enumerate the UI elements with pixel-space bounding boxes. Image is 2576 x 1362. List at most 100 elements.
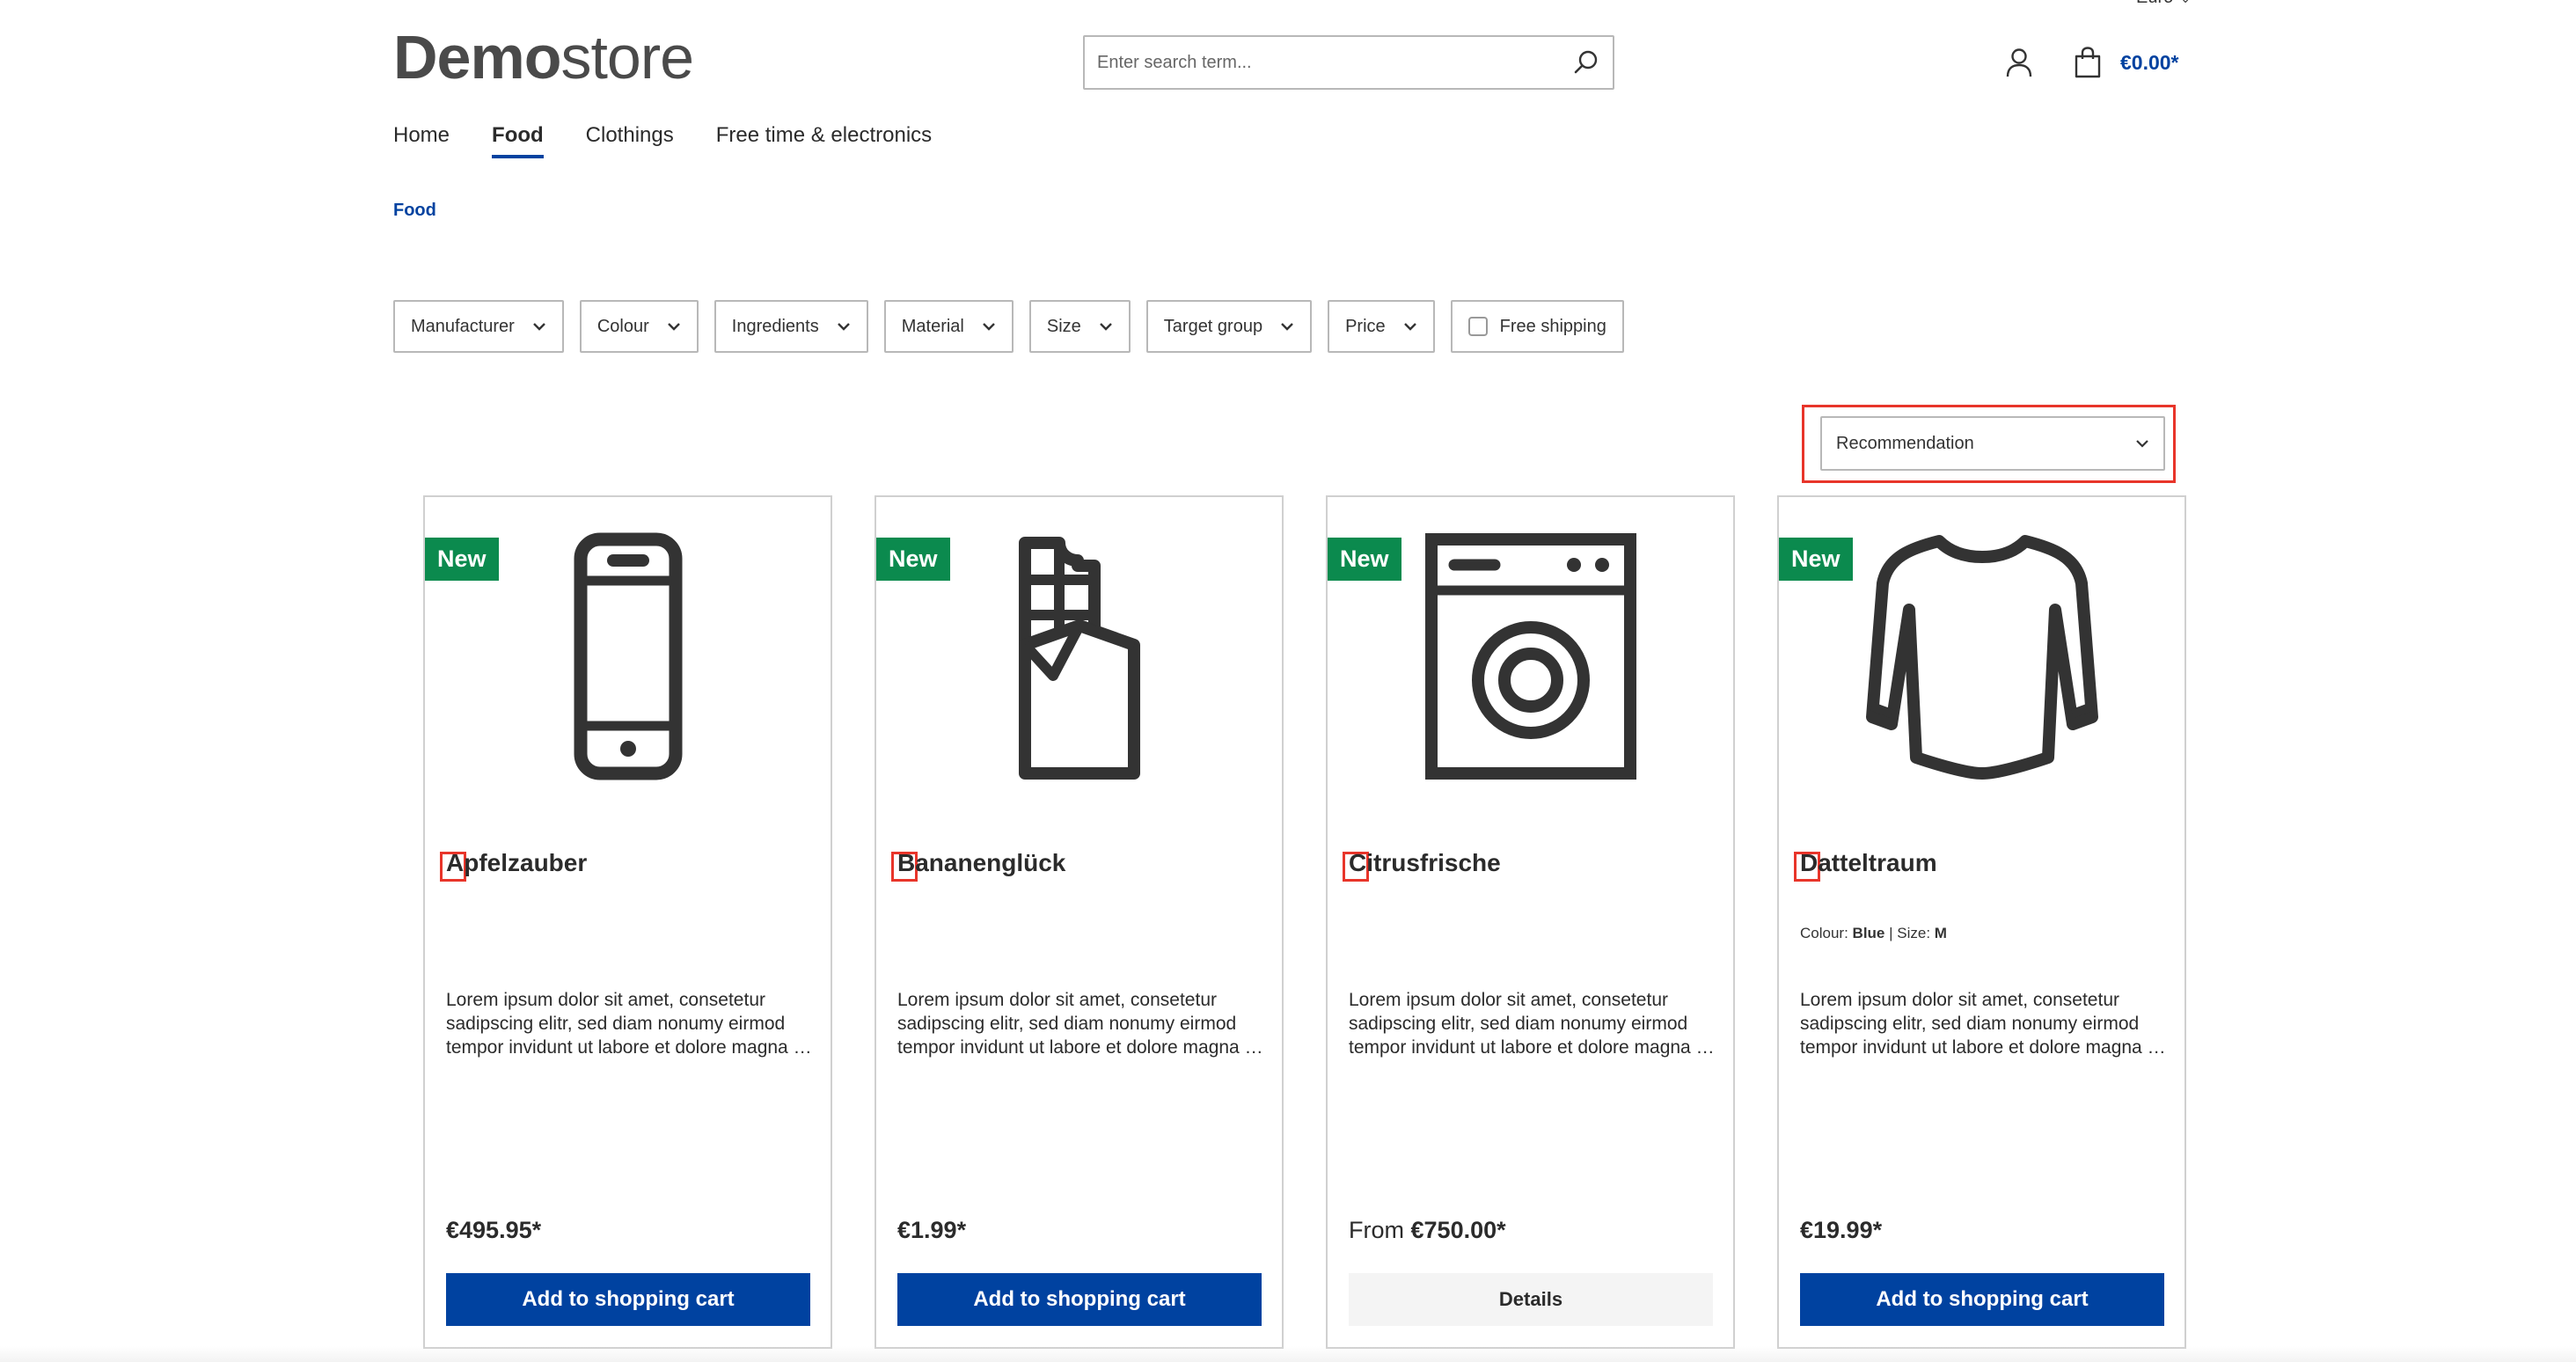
nav-item-food[interactable]: Food bbox=[492, 123, 544, 158]
product-description: Lorem ipsum dolor sit amet, consetetur s… bbox=[897, 988, 1263, 1059]
product-name[interactable]: Bananenglück bbox=[897, 849, 1065, 877]
product-description: Lorem ipsum dolor sit amet, consetetur s… bbox=[1800, 988, 2166, 1059]
smartphone-icon bbox=[574, 532, 682, 780]
filter-label: Price bbox=[1345, 316, 1386, 336]
add-to-cart-button[interactable]: Add to shopping cart bbox=[1800, 1273, 2164, 1326]
filter-size[interactable]: Size bbox=[1028, 300, 1131, 353]
filter-label: Free shipping bbox=[1499, 316, 1606, 336]
price-value: €495.95* bbox=[446, 1217, 542, 1243]
description-line: Lorem ipsum dolor sit amet, consetetur bbox=[446, 990, 765, 1010]
filter-label: Colour bbox=[596, 316, 649, 336]
store-logo[interactable]: Demostore bbox=[393, 26, 694, 88]
add-to-cart-button[interactable]: Add to shopping cart bbox=[897, 1273, 1262, 1326]
free-shipping-checkbox[interactable] bbox=[1467, 317, 1488, 336]
price-value: €1.99* bbox=[897, 1217, 967, 1243]
account-button[interactable] bbox=[1997, 40, 2041, 84]
nav-item-clothings[interactable]: Clothings bbox=[586, 123, 674, 158]
chevron-down-icon bbox=[2136, 440, 2148, 448]
filter-ingredients[interactable]: Ingredients bbox=[714, 300, 868, 353]
description-line: tempor invidunt ut labore et dolore magn… bbox=[446, 1037, 812, 1058]
product-card: New Bananenglück Lorem ipsum dolor sit a… bbox=[875, 495, 1284, 1349]
new-badge: New bbox=[1779, 538, 1853, 581]
chevron-down-icon bbox=[532, 322, 546, 331]
product-variant-info: Colour: Blue | Size: M bbox=[1800, 925, 1947, 942]
product-card: New Datteltraum Colour: Blue | Size: M L… bbox=[1777, 495, 2186, 1349]
product-price: €1.99* bbox=[897, 1217, 966, 1244]
search-bar bbox=[1083, 35, 1614, 90]
product-price: €19.99* bbox=[1800, 1217, 1882, 1244]
filter-label: Manufacturer bbox=[411, 316, 515, 336]
product-card: New Apfelzauber Lorem ipsum dolor sit am… bbox=[423, 495, 832, 1349]
variant-colour-value: Blue bbox=[1852, 925, 1885, 941]
cart-button[interactable] bbox=[2066, 40, 2110, 84]
product-name[interactable]: Citrusfrische bbox=[1349, 849, 1501, 877]
variant-colour-label: Colour: bbox=[1800, 925, 1848, 941]
chevron-down-icon bbox=[1403, 322, 1417, 331]
variant-size-label: | Size: bbox=[1889, 925, 1931, 941]
search-input[interactable] bbox=[1085, 37, 1560, 88]
new-badge: New bbox=[1328, 538, 1401, 581]
washing-machine-icon bbox=[1424, 533, 1636, 780]
new-badge: New bbox=[425, 538, 499, 581]
sort-select[interactable]: Recommendation bbox=[1820, 416, 2165, 471]
logo-bold-text: Demo bbox=[393, 23, 561, 92]
product-price: From €750.00* bbox=[1349, 1217, 1506, 1244]
description-line: Lorem ipsum dolor sit amet, consetetur bbox=[1800, 990, 2119, 1010]
shopping-bag-icon bbox=[2075, 47, 2101, 78]
description-line: sadipscing elitr, sed diam nonumy eirmod bbox=[1349, 1014, 1688, 1034]
chevron-down-icon bbox=[1099, 322, 1113, 331]
product-name[interactable]: Apfelzauber bbox=[446, 849, 587, 877]
price-value: €19.99* bbox=[1800, 1217, 1883, 1243]
details-button[interactable]: Details bbox=[1349, 1273, 1713, 1326]
header-actions: €0.00* bbox=[1997, 40, 2179, 84]
description-line: Lorem ipsum dolor sit amet, consetetur bbox=[897, 990, 1217, 1010]
currency-label: Euro bbox=[2136, 0, 2173, 7]
nav-item-home[interactable]: Home bbox=[393, 123, 450, 158]
description-line: tempor invidunt ut labore et dolore magn… bbox=[897, 1037, 1263, 1058]
currency-switcher[interactable]: Euro ⌄ bbox=[2136, 0, 2191, 8]
product-card: New Citrusfrische Lorem ipsum dolor sit … bbox=[1326, 495, 1735, 1349]
product-description: Lorem ipsum dolor sit amet, consetetur s… bbox=[1349, 988, 1715, 1059]
add-to-cart-button[interactable]: Add to shopping cart bbox=[446, 1273, 810, 1326]
description-line: sadipscing elitr, sed diam nonumy eirmod bbox=[446, 1014, 786, 1034]
product-name[interactable]: Datteltraum bbox=[1800, 849, 1937, 877]
filter-price[interactable]: Price bbox=[1328, 300, 1435, 353]
filter-target-group[interactable]: Target group bbox=[1145, 300, 1313, 353]
chevron-down-icon: ⌄ bbox=[2180, 0, 2191, 5]
filter-label: Ingredients bbox=[731, 316, 819, 336]
search-icon bbox=[1574, 50, 1598, 74]
filter-manufacturer[interactable]: Manufacturer bbox=[393, 300, 564, 353]
product-description: Lorem ipsum dolor sit amet, consetetur s… bbox=[446, 988, 812, 1059]
price-prefix: From bbox=[1349, 1217, 1404, 1243]
description-line: sadipscing elitr, sed diam nonumy eirmod bbox=[1800, 1014, 2140, 1034]
chevron-down-icon bbox=[982, 322, 996, 331]
filter-label: Material bbox=[901, 316, 964, 336]
main-navigation: Home Food Clothings Free time & electron… bbox=[393, 123, 974, 158]
filter-label: Target group bbox=[1163, 316, 1263, 336]
breadcrumb[interactable]: Food bbox=[393, 201, 436, 221]
filter-material[interactable]: Material bbox=[883, 300, 1014, 353]
sweater-icon bbox=[1865, 535, 2098, 780]
description-line: Lorem ipsum dolor sit amet, consetetur bbox=[1349, 990, 1668, 1010]
sort-selected-value: Recommendation bbox=[1836, 433, 1974, 453]
price-value: €750.00* bbox=[1410, 1217, 1506, 1243]
filter-colour[interactable]: Colour bbox=[579, 300, 699, 353]
chevron-down-icon bbox=[837, 322, 851, 331]
page-bottom-shadow bbox=[0, 1346, 2576, 1362]
description-line: tempor invidunt ut labore et dolore magn… bbox=[1349, 1037, 1715, 1058]
product-price: €495.95* bbox=[446, 1217, 541, 1244]
description-line: tempor invidunt ut labore et dolore magn… bbox=[1800, 1037, 2166, 1058]
chevron-down-icon bbox=[1280, 322, 1294, 331]
filter-panel: Manufacturer Colour Ingredients Material… bbox=[393, 300, 1640, 353]
cart-total[interactable]: €0.00* bbox=[2120, 51, 2179, 75]
search-button[interactable] bbox=[1560, 37, 1613, 88]
chocolate-bar-icon bbox=[1018, 537, 1140, 780]
description-line: sadipscing elitr, sed diam nonumy eirmod bbox=[897, 1014, 1237, 1034]
new-badge: New bbox=[876, 538, 950, 581]
filter-free-shipping[interactable]: Free shipping bbox=[1450, 300, 1624, 353]
filter-label: Size bbox=[1046, 316, 1081, 336]
variant-size-value: M bbox=[1934, 925, 1947, 941]
chevron-down-icon bbox=[667, 322, 681, 331]
user-icon bbox=[2006, 48, 2032, 77]
nav-item-free-time-electronics[interactable]: Free time & electronics bbox=[716, 123, 932, 158]
